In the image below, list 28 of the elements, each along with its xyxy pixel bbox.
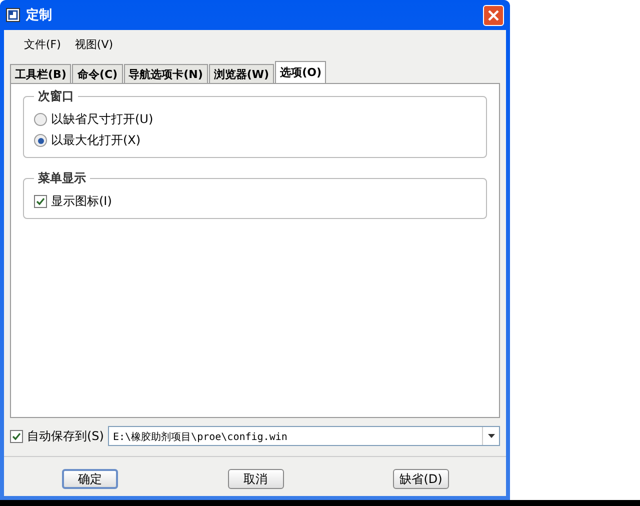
close-button[interactable] [483,4,504,26]
tab[interactable]: 命令(C) [72,64,123,83]
radio-label: 以缺省尺寸打开(U) [51,111,154,128]
check-icon [12,432,21,440]
tab[interactable]: 工具栏(B) [10,64,72,83]
checkbox-label: 自动保存到(S) [27,428,104,444]
window-icon [6,8,20,22]
dialog-button[interactable]: 取消 [228,469,284,489]
checkbox[interactable] [10,430,23,442]
radio-button[interactable] [34,113,47,126]
menu-item[interactable]: 文件(F) [24,37,61,51]
radio-label: 以最大化打开(X) [51,132,141,149]
dialog-button[interactable]: 缺省(D) [393,469,449,489]
close-icon [488,10,499,20]
group-title: 次窗口 [37,88,75,105]
tab[interactable]: 导航选项卡(N) [124,64,208,83]
checkbox[interactable] [34,195,47,208]
tab[interactable]: 浏览器(W) [208,64,274,83]
check-icon [36,197,45,206]
menu-item[interactable]: 视图(V) [74,37,114,51]
dialog-button[interactable]: 确定 [62,469,118,489]
checkbox-label: 显示图标(I) [51,193,112,210]
window-title: 定制 [26,6,53,24]
radio-button[interactable] [34,134,47,147]
path-combo-box[interactable]: E:\橡胶助剂项目\proe\config.win [108,426,500,446]
group-title: 菜单显示 [37,170,87,187]
tab[interactable]: 选项(O) [275,61,326,83]
dropdown-arrow-icon[interactable] [488,434,494,438]
